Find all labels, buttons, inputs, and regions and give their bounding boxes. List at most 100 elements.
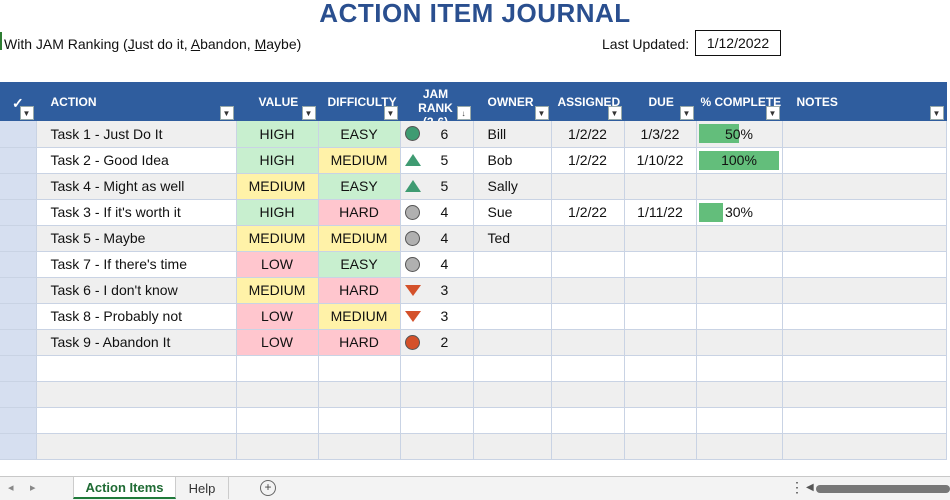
value-cell[interactable]: LOW (236, 251, 319, 278)
header-owner[interactable]: OWNER ▼ (473, 82, 552, 121)
sort-icon[interactable]: ↓ (456, 106, 471, 120)
pct-complete-cell[interactable] (696, 329, 783, 356)
row-check-cell[interactable] (0, 407, 37, 434)
due-cell[interactable] (624, 277, 697, 304)
notes-cell[interactable] (782, 251, 947, 278)
pct-complete-cell[interactable]: 30% (696, 199, 783, 226)
more-options-icon[interactable]: ⋮ (790, 479, 804, 496)
filter-dropdown-icon[interactable]: ▼ (679, 106, 694, 120)
value-cell[interactable]: HIGH (236, 121, 319, 148)
empty-cell[interactable] (696, 407, 783, 434)
empty-cell[interactable] (36, 407, 237, 434)
owner-cell[interactable]: Sally (473, 173, 552, 200)
due-cell[interactable] (624, 173, 697, 200)
pct-complete-cell[interactable] (696, 251, 783, 278)
horizontal-scrollbar[interactable] (816, 485, 950, 493)
header-difficulty[interactable]: DIFFICULTY ▼ (318, 82, 401, 121)
jam-rank-cell[interactable]: 3 (400, 277, 474, 304)
pct-complete-cell[interactable] (696, 277, 783, 304)
due-cell[interactable]: 1/3/22 (624, 121, 697, 148)
empty-cell[interactable] (318, 407, 401, 434)
jam-rank-cell[interactable]: 4 (400, 251, 474, 278)
empty-cell[interactable] (624, 407, 697, 434)
assigned-cell[interactable] (551, 251, 625, 278)
empty-cell[interactable] (400, 433, 474, 460)
value-cell[interactable]: MEDIUM (236, 225, 319, 252)
difficulty-cell[interactable]: HARD (318, 199, 401, 226)
owner-cell[interactable] (473, 277, 552, 304)
tab-help[interactable]: Help (176, 477, 229, 499)
owner-cell[interactable]: Ted (473, 225, 552, 252)
filter-dropdown-icon[interactable]: ▼ (765, 106, 780, 120)
notes-cell[interactable] (782, 173, 947, 200)
difficulty-cell[interactable]: HARD (318, 277, 401, 304)
tab-scroll-left-icon[interactable]: ◂ (8, 481, 14, 494)
value-cell[interactable]: LOW (236, 329, 319, 356)
empty-cell[interactable] (400, 381, 474, 408)
notes-cell[interactable] (782, 147, 947, 174)
header-due[interactable]: DUE ▼ (624, 82, 697, 121)
due-cell[interactable] (624, 303, 697, 330)
difficulty-cell[interactable]: MEDIUM (318, 225, 401, 252)
empty-cell[interactable] (473, 407, 552, 434)
difficulty-cell[interactable]: MEDIUM (318, 303, 401, 330)
owner-cell[interactable] (473, 329, 552, 356)
due-cell[interactable] (624, 251, 697, 278)
pct-complete-cell[interactable]: 50% (696, 121, 783, 148)
pct-complete-cell[interactable]: 100% (696, 147, 783, 174)
owner-cell[interactable]: Sue (473, 199, 552, 226)
action-cell[interactable]: Task 9 - Abandon It (36, 329, 237, 356)
empty-cell[interactable] (36, 381, 237, 408)
assigned-cell[interactable] (551, 303, 625, 330)
row-check-cell[interactable] (0, 303, 37, 330)
action-cell[interactable]: Task 3 - If it's worth it (36, 199, 237, 226)
row-check-cell[interactable] (0, 381, 37, 408)
action-cell[interactable]: Task 7 - If there's time (36, 251, 237, 278)
empty-cell[interactable] (318, 355, 401, 382)
filter-dropdown-icon[interactable]: ▼ (219, 106, 234, 120)
empty-cell[interactable] (473, 355, 552, 382)
notes-cell[interactable] (782, 329, 947, 356)
empty-cell[interactable] (236, 433, 319, 460)
empty-cell[interactable] (782, 407, 947, 434)
empty-cell[interactable] (36, 433, 237, 460)
header-notes[interactable]: NOTES ▼ (782, 82, 947, 121)
action-cell[interactable]: Task 1 - Just Do It (36, 121, 237, 148)
empty-cell[interactable] (782, 433, 947, 460)
action-cell[interactable]: Task 2 - Good Idea (36, 147, 237, 174)
tab-scroll-right-icon[interactable]: ▸ (30, 481, 36, 494)
owner-cell[interactable]: Bill (473, 121, 552, 148)
pct-complete-cell[interactable] (696, 303, 783, 330)
empty-cell[interactable] (236, 407, 319, 434)
due-cell[interactable]: 1/11/22 (624, 199, 697, 226)
value-cell[interactable]: MEDIUM (236, 173, 319, 200)
owner-cell[interactable] (473, 251, 552, 278)
filter-dropdown-icon[interactable]: ▼ (929, 106, 944, 120)
empty-cell[interactable] (624, 381, 697, 408)
row-check-cell[interactable] (0, 355, 37, 382)
add-sheet-icon[interactable]: + (260, 480, 276, 496)
difficulty-cell[interactable]: HARD (318, 329, 401, 356)
assigned-cell[interactable]: 1/2/22 (551, 199, 625, 226)
filter-dropdown-icon[interactable]: ▼ (607, 106, 622, 120)
action-cell[interactable]: Task 4 - Might as well (36, 173, 237, 200)
tab-action-items[interactable]: Action Items (73, 477, 176, 499)
assigned-cell[interactable]: 1/2/22 (551, 121, 625, 148)
due-cell[interactable]: 1/10/22 (624, 147, 697, 174)
jam-rank-cell[interactable]: 4 (400, 199, 474, 226)
filter-dropdown-icon[interactable]: ▼ (383, 106, 398, 120)
jam-rank-cell[interactable]: 5 (400, 147, 474, 174)
notes-cell[interactable] (782, 303, 947, 330)
owner-cell[interactable]: Bob (473, 147, 552, 174)
jam-rank-cell[interactable]: 5 (400, 173, 474, 200)
row-check-cell[interactable] (0, 329, 37, 356)
header-check[interactable]: ✓ ▼ (0, 82, 37, 121)
empty-cell[interactable] (696, 433, 783, 460)
difficulty-cell[interactable]: EASY (318, 173, 401, 200)
filter-dropdown-icon[interactable]: ▼ (301, 106, 316, 120)
row-check-cell[interactable] (0, 277, 37, 304)
jam-rank-cell[interactable]: 3 (400, 303, 474, 330)
value-cell[interactable]: MEDIUM (236, 277, 319, 304)
header-assigned[interactable]: ASSIGNED ▼ (551, 82, 625, 121)
notes-cell[interactable] (782, 121, 947, 148)
